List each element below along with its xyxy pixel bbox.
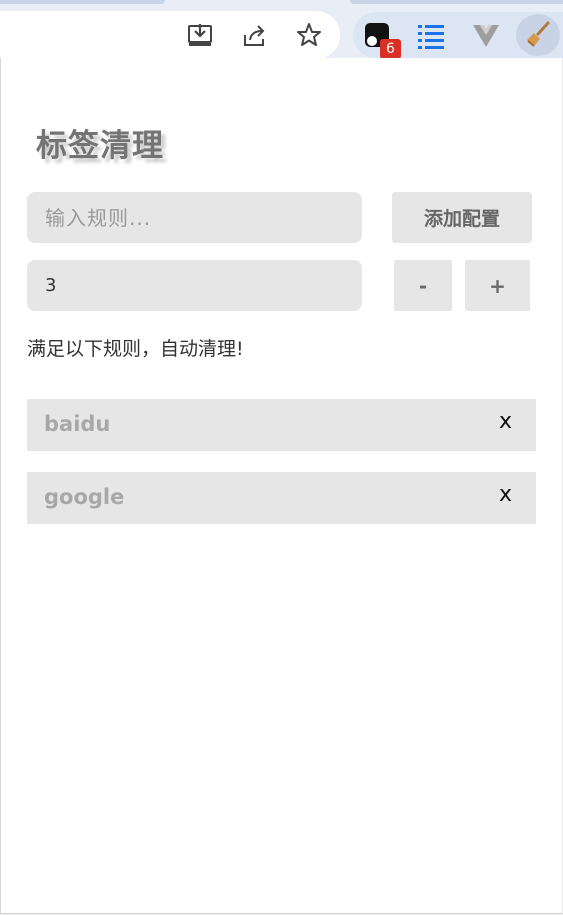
rule-item-google: google x [27, 472, 536, 524]
tab-strip [0, 0, 563, 5]
add-config-button[interactable]: 添加配置 [392, 192, 532, 243]
rule-item-baidu: baidu x [27, 399, 536, 451]
active-extension-button[interactable] [516, 14, 560, 56]
rules-hint: 满足以下规则，自动清理! [27, 338, 244, 360]
delete-rule-button[interactable]: x [499, 482, 512, 507]
address-bar[interactable] [0, 11, 340, 59]
install-icon[interactable] [186, 21, 214, 49]
vue-icon[interactable] [471, 21, 501, 51]
tab-right[interactable] [350, 0, 563, 4]
rule-name: google [44, 485, 125, 509]
notification-badge: 6 [380, 39, 401, 59]
delete-rule-button[interactable]: x [499, 409, 512, 434]
broom-icon [527, 21, 550, 47]
list-icon[interactable] [416, 21, 446, 51]
browser-toolbar: 6 [0, 0, 563, 59]
increment-button[interactable]: + [465, 260, 530, 311]
extension-popup: 标签清理 添加配置 - + 满足以下规则，自动清理! baidu x googl… [0, 58, 563, 914]
rule-input[interactable] [27, 192, 362, 243]
page-title: 标签清理 [36, 128, 164, 164]
bookmark-star-icon[interactable] [295, 21, 323, 49]
count-input[interactable] [27, 260, 362, 311]
decrement-button[interactable]: - [394, 260, 452, 311]
share-icon[interactable] [241, 21, 269, 49]
tab-left[interactable] [0, 0, 165, 4]
rule-name: baidu [44, 412, 111, 436]
